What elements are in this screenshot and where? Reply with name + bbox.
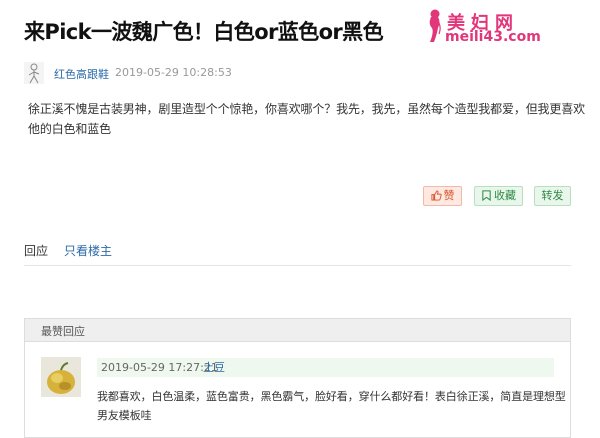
author-avatar[interactable] bbox=[24, 62, 44, 84]
lady-silhouette-icon bbox=[429, 9, 441, 42]
logo-url: meili43.com bbox=[445, 29, 541, 45]
favorite-label: 收藏 bbox=[494, 189, 516, 202]
post-timestamp: 2019-05-29 10:28:53 bbox=[115, 66, 232, 79]
like-label: 赞 bbox=[443, 189, 455, 202]
post-title: 来Pick一波魏广色！白色or蓝色or黑色 bbox=[24, 20, 384, 44]
share-button[interactable]: 转发 bbox=[534, 186, 571, 206]
tab-owner-only[interactable]: 只看楼主 bbox=[64, 242, 112, 259]
bookmark-icon bbox=[482, 190, 491, 202]
site-logo[interactable]: 美妇网 meili43.com bbox=[425, 8, 575, 48]
favorite-button[interactable]: 收藏 bbox=[474, 186, 523, 206]
comment-meta: 2019-05-29 17:27:21 土豆 bbox=[97, 358, 554, 377]
like-button[interactable]: 赞 bbox=[423, 186, 462, 206]
comment-timestamp: 2019-05-29 17:27:21 bbox=[101, 361, 218, 374]
commenter-name-link[interactable]: 土豆 bbox=[203, 358, 225, 377]
commenter-avatar[interactable] bbox=[41, 357, 81, 397]
share-label: 转发 bbox=[541, 189, 564, 202]
tab-replies[interactable]: 回应 bbox=[24, 242, 48, 259]
author-name-link[interactable]: 红色高跟鞋 bbox=[54, 66, 109, 82]
best-replies-panel: 最赞回应 2019-05-29 17:27:21 土豆 我都喜欢，白色温柔，蓝色… bbox=[24, 318, 571, 438]
post-content: 徐正溪不愧是古装男神，剧里造型个个惊艳，你喜欢哪个？我先，我先，虽然每个造型我都… bbox=[28, 102, 585, 136]
thumbs-up-icon bbox=[430, 190, 442, 201]
comment-text: 我都喜欢，白色温柔，蓝色富贵，黑色霸气，脸好看，穿什么都好看！表白徐正溪，简直是… bbox=[97, 390, 566, 422]
best-replies-header: 最赞回应 bbox=[25, 319, 570, 342]
reply-tabs: 回应 只看楼主 bbox=[24, 240, 571, 266]
best-replies-title: 最赞回应 bbox=[41, 325, 85, 338]
